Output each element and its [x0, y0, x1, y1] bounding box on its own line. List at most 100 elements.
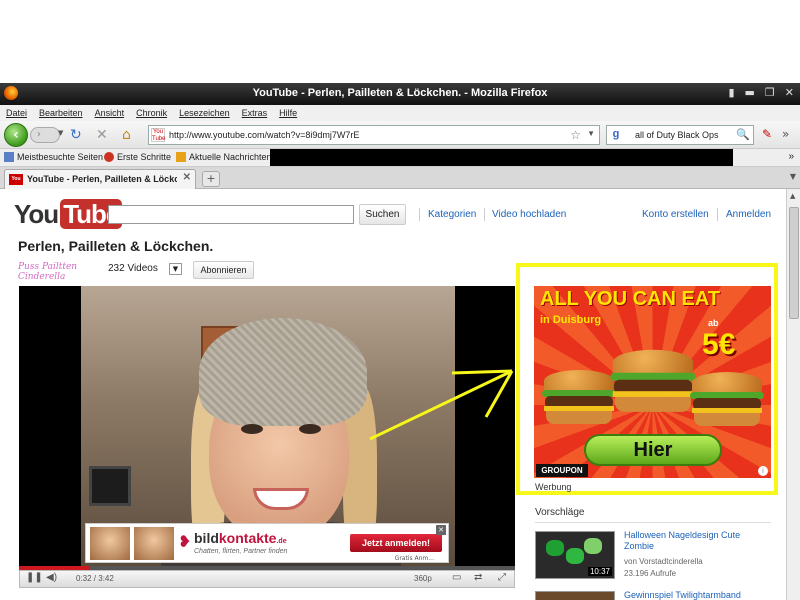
groupon-ad-banner[interactable]: ALL YOU CAN EAT in Duisburg ab 5€ Hier G…: [534, 286, 771, 478]
bookmarks-overflow-icon[interactable]: »: [788, 151, 794, 162]
bookmark-star-icon[interactable]: ☆: [570, 128, 581, 142]
new-tab-button[interactable]: +: [202, 171, 220, 187]
video-title: Perlen, Pailleten & Löckchen.: [18, 238, 214, 254]
stop-icon[interactable]: ✕: [96, 127, 108, 143]
history-dropdown-icon[interactable]: ▼: [58, 129, 63, 137]
upload-video-link[interactable]: Video hochladen: [492, 209, 566, 220]
brand-part: kontakte: [218, 530, 277, 546]
search-magnifier-icon[interactable]: 🔍: [736, 128, 750, 141]
bookmark-most-visited[interactable]: Meistbesuchte Seiten: [4, 152, 103, 162]
divider: [484, 208, 485, 221]
bookmark-news[interactable]: Aktuelle Nachrichten: [176, 152, 272, 162]
ad-highlight-box: ALL YOU CAN EAT in Duisburg ab 5€ Hier G…: [516, 263, 778, 495]
search-bar[interactable]: g all of Duty Black Ops 🔍: [606, 125, 754, 145]
scrollbar-thumb[interactable]: [789, 207, 799, 319]
menu-item-datei[interactable]: Datei: [6, 108, 27, 118]
forward-button[interactable]: ›: [30, 127, 60, 143]
pause-icon[interactable]: ❚❚: [26, 572, 43, 583]
youtube-logo[interactable]: You Tube: [14, 199, 123, 230]
home-icon[interactable]: ⌂: [122, 127, 131, 143]
logo-you: You: [14, 199, 59, 229]
tab-youtube[interactable]: YouTube YouTube - Perlen, Pailleten & Lö…: [4, 169, 196, 193]
ad-photo: [134, 527, 174, 560]
overlay-ad-brand: bildkontakte.de: [194, 530, 287, 546]
video-count: 232 Videos: [108, 263, 158, 274]
sign-in-link[interactable]: Anmelden: [726, 209, 771, 220]
menu-item-lesezeichen[interactable]: Lesezeichen: [179, 108, 230, 118]
close-tab-icon[interactable]: ✕: [183, 172, 191, 183]
menu-bar: Datei Bearbeiten Ansicht Chronik Lesezei…: [0, 105, 800, 121]
bookmark-label: Erste Schritte: [117, 152, 172, 162]
google-search-engine-icon[interactable]: g: [609, 128, 623, 142]
quality-selector[interactable]: 360p: [414, 574, 432, 583]
categories-link[interactable]: Kategorien: [428, 209, 476, 220]
channel-name: Puss Pailtten Cinderella: [18, 262, 78, 282]
url-dropdown-icon[interactable]: ▼: [587, 129, 595, 138]
bookmark-label: Meistbesuchte Seiten: [17, 152, 104, 162]
annotation-arrow-icon: [369, 369, 514, 441]
ad-info-icon[interactable]: i: [758, 466, 768, 476]
subscribe-button[interactable]: Abonnieren: [193, 261, 254, 279]
tab-list-dropdown-icon[interactable]: ▼: [790, 172, 796, 181]
firefox-bookmark-icon: [104, 152, 114, 162]
minimize-icon[interactable]: ▬: [745, 86, 755, 99]
expand-icon[interactable]: ⇄: [474, 572, 482, 583]
navigation-toolbar: ‹ › ▼ ↻ ✕ ⌂ You Tube http://www.youtube.c…: [0, 121, 800, 149]
youtube-search-button[interactable]: Suchen: [359, 204, 406, 225]
back-button[interactable]: ‹: [4, 123, 28, 147]
nail-image: [584, 538, 602, 554]
menu-item-chronik[interactable]: Chronik: [136, 108, 167, 118]
heart-icon: ❥: [178, 532, 192, 551]
video-controls: ❚❚ ◀) 0:32 / 3:42 360p ▭ ⇄ ⤢: [19, 570, 515, 588]
create-account-link[interactable]: Konto erstellen: [642, 209, 709, 220]
volume-icon[interactable]: ◀): [46, 572, 57, 583]
window-controls: ▮ ▬ ❐ ✕: [728, 86, 794, 99]
bookmark-getting-started[interactable]: Erste Schritte: [104, 152, 171, 162]
popout-icon[interactable]: ▭: [452, 572, 461, 583]
youtube-search-input[interactable]: [108, 205, 354, 224]
youtube-favicon-icon: You Tube: [151, 128, 166, 142]
bookmark-label: Aktuelle Nachrichten: [189, 152, 272, 162]
menu-item-bearbeiten[interactable]: Bearbeiten: [39, 108, 83, 118]
ad-label: Werbung: [535, 482, 572, 492]
addon-icon[interactable]: ✎: [762, 127, 772, 141]
folder-icon: [4, 152, 14, 162]
url-text: http://www.youtube.com/watch?v=8i9dmj7W7…: [169, 130, 360, 140]
close-window-icon[interactable]: ✕: [785, 86, 794, 99]
nail-image: [566, 548, 584, 564]
video-count-dropdown-icon[interactable]: ▼: [169, 263, 182, 275]
suggestion-title-link[interactable]: Gewinnspiel Twilightarmband: [624, 590, 741, 600]
ad-photo: [90, 527, 130, 560]
burger-image: [542, 370, 616, 426]
overlay-ad-cta-button[interactable]: Jetzt anmelden!: [350, 534, 442, 552]
fullscreen-icon[interactable]: ⤢: [498, 572, 506, 583]
page-scrollbar[interactable]: ▲: [786, 189, 800, 600]
channel-logo[interactable]: Puss Pailtten Cinderella: [18, 262, 100, 282]
overlay-ad-tagline: Chatten, flirten, Partner finden: [194, 548, 288, 555]
pin-icon[interactable]: ▮: [728, 86, 734, 99]
overlay-ad-small-text: Gratis Anm...: [394, 555, 434, 562]
ad-cta-button[interactable]: Hier: [584, 434, 722, 466]
url-bar[interactable]: You Tube http://www.youtube.com/watch?v=8…: [148, 125, 600, 145]
scroll-up-icon[interactable]: ▲: [790, 192, 795, 200]
redacted-bar: [270, 149, 733, 166]
overlay-banner-ad[interactable]: ❥ bildkontakte.de Chatten, flirten, Part…: [85, 523, 449, 563]
eye: [241, 424, 263, 434]
screen: YouTube - Perlen, Pailleten & Löckchen. …: [0, 0, 800, 600]
suggestion-title-link[interactable]: Halloween Nageldesign Cute Zombie: [624, 530, 772, 552]
ad-headline: ALL YOU CAN EAT: [540, 288, 721, 310]
suggestion-thumbnail[interactable]: 10:37: [535, 531, 615, 579]
suggestion-thumbnail[interactable]: [535, 591, 615, 600]
toolbar-overflow-icon[interactable]: »: [782, 127, 789, 141]
close-overlay-ad-icon[interactable]: ✕: [436, 525, 446, 535]
ad-location: in Duisburg: [540, 314, 602, 326]
reload-icon[interactable]: ↻: [70, 127, 82, 143]
suggestion-views: 23.196 Aufrufe: [624, 569, 677, 578]
maximize-icon[interactable]: ❐: [765, 86, 775, 99]
menu-item-extras[interactable]: Extras: [242, 108, 268, 118]
menu-item-ansicht[interactable]: Ansicht: [95, 108, 125, 118]
suggestion-author: von Vorstadtcinderella: [624, 557, 703, 566]
youtube-tab-favicon-icon: YouTube: [9, 174, 23, 193]
nail-image: [546, 540, 564, 556]
menu-item-hilfe[interactable]: Hilfe: [279, 108, 297, 118]
